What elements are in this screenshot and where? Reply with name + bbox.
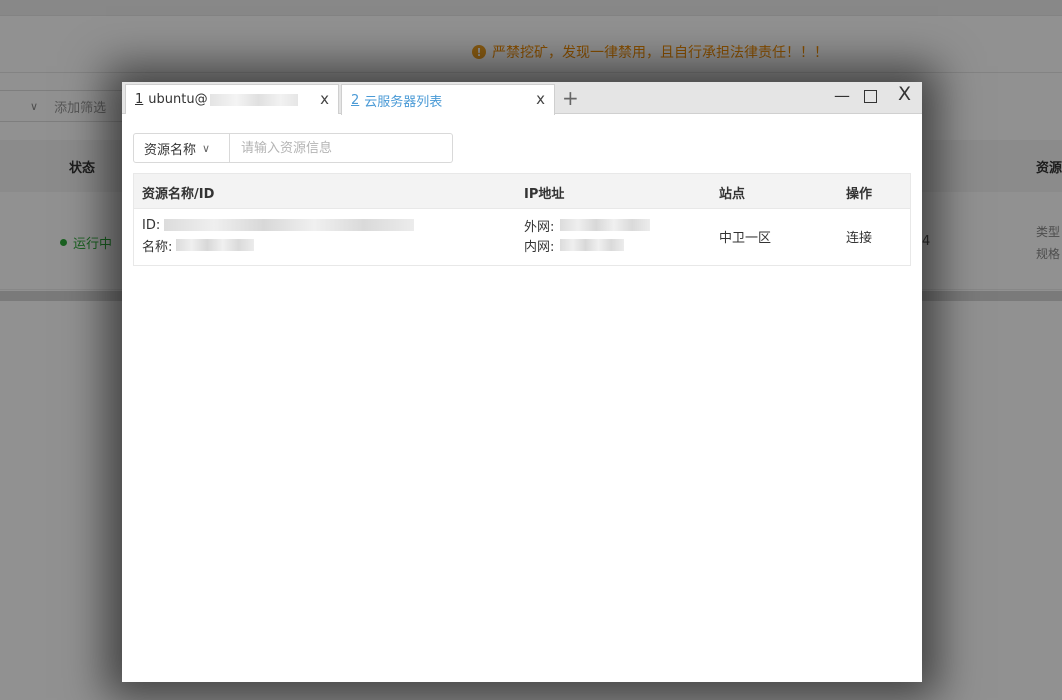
redacted-host xyxy=(209,93,298,106)
site-cell: 中卫一区 xyxy=(719,231,772,246)
close-tab-icon[interactable]: x xyxy=(320,90,329,108)
public-ip-label: 外网: xyxy=(524,219,555,235)
connect-link[interactable]: 连接 xyxy=(846,227,872,246)
private-ip-label: 内网: xyxy=(524,239,555,255)
tab-cloud-server-list[interactable]: 2 云服务器列表 x xyxy=(341,84,555,115)
header-ip: IP地址 xyxy=(524,187,565,202)
id-line: ID: xyxy=(142,215,415,235)
tab-title: 云服务器列表 xyxy=(364,94,443,110)
select-value[interactable]: 资源名称 xyxy=(144,139,196,158)
name-line: 名称: xyxy=(142,235,414,255)
chevron-down-icon[interactable]: ∨ xyxy=(202,142,210,155)
table-header: 资源名称/ID IP地址 站点 操作 xyxy=(134,174,910,209)
server-table: 资源名称/ID IP地址 站点 操作 ID: 名称: 外网: 内网: 中卫一区 … xyxy=(133,173,911,266)
redacted-name xyxy=(176,239,255,251)
name-label: 名称: xyxy=(142,239,173,255)
ip-cell: 外网: 内网: xyxy=(524,215,651,255)
private-ip-line: 内网: xyxy=(524,235,650,255)
tab-index: 1 xyxy=(135,92,144,107)
header-site: 站点 xyxy=(719,187,746,202)
redacted-private-ip xyxy=(560,239,625,251)
search-bar: 资源名称 ∨ xyxy=(133,133,453,163)
tab-title: ubuntu@ xyxy=(148,92,298,107)
table-row: ID: 名称: 外网: 内网: 中卫一区 连接 xyxy=(134,209,910,265)
id-label: ID: xyxy=(142,217,161,233)
search-field-select[interactable]: 资源名称 ∨ xyxy=(133,133,230,163)
terminal-dialog: 1 ubuntu@ x 2 云服务器列表 x + — X 资源名称 ∨ 资源名称… xyxy=(122,82,922,682)
close-window-icon[interactable]: X xyxy=(898,84,911,104)
redacted-public-ip xyxy=(560,219,651,231)
minimize-icon[interactable]: — xyxy=(834,86,850,106)
close-tab-icon[interactable]: x xyxy=(536,90,545,108)
name-id-cell: ID: 名称: xyxy=(142,215,415,255)
redacted-id xyxy=(164,219,415,231)
dialog-titlebar[interactable]: 1 ubuntu@ x 2 云服务器列表 x + — X xyxy=(122,82,922,115)
add-tab-icon[interactable]: + xyxy=(562,87,579,109)
tab-index: 2 xyxy=(351,92,360,108)
header-name-id: 资源名称/ID xyxy=(142,187,215,202)
public-ip-line: 外网: xyxy=(524,215,651,235)
tab-ssh-session[interactable]: 1 ubuntu@ x xyxy=(125,84,339,114)
maximize-icon[interactable] xyxy=(864,90,877,103)
search-input[interactable] xyxy=(230,133,453,163)
header-action: 操作 xyxy=(846,187,873,202)
